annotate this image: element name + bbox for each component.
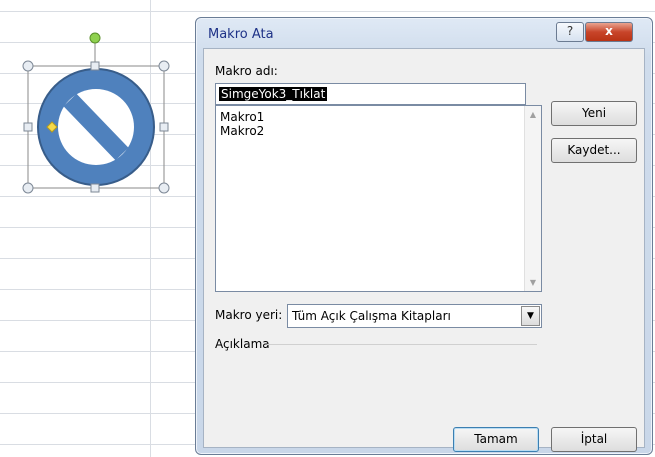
- macro-list-scrollbar[interactable]: ▲ ▼: [524, 106, 541, 291]
- chevron-down-icon[interactable]: ▼: [521, 306, 540, 326]
- list-item[interactable]: Makro1: [220, 110, 264, 124]
- cancel-button[interactable]: İptal: [551, 427, 637, 452]
- resize-handle-s[interactable]: [90, 183, 100, 193]
- macro-list[interactable]: Makro1 Makro2 ▲ ▼: [215, 105, 542, 292]
- resize-handle-se[interactable]: [158, 182, 170, 194]
- description-label: Açıklama: [215, 337, 270, 351]
- macro-location-select[interactable]: Tüm Açık Çalışma Kitapları ▼: [287, 304, 542, 328]
- dialog-titlebar[interactable]: Makro Ata ? x: [196, 18, 652, 48]
- resize-handle-nw[interactable]: [22, 60, 34, 72]
- dialog-body: Makro adı: SimgeYok3_Tıklat Makro1 Makro…: [203, 48, 645, 452]
- resize-handle-ne[interactable]: [158, 60, 170, 72]
- macro-location-value: Tüm Açık Çalışma Kitapları: [292, 309, 451, 323]
- resize-handle-sw[interactable]: [22, 182, 34, 194]
- description-divider: [267, 344, 537, 345]
- macro-name-value: SimgeYok3_Tıklat: [219, 87, 328, 101]
- assign-macro-dialog: Makro Ata ? x Makro adı: SimgeYok3_Tıkla…: [195, 17, 653, 455]
- ok-button[interactable]: Tamam: [453, 427, 539, 452]
- record-button[interactable]: Kaydet...: [551, 138, 637, 163]
- scroll-up-icon[interactable]: ▲: [525, 110, 541, 119]
- no-symbol-shape[interactable]: [20, 30, 180, 195]
- macro-location-label: Makro yeri:: [215, 308, 283, 322]
- macro-name-label: Makro adı:: [215, 64, 278, 78]
- resize-handle-e[interactable]: [159, 122, 169, 132]
- help-button[interactable]: ?: [556, 22, 584, 42]
- dialog-title: Makro Ata: [208, 27, 274, 42]
- grid-row-line: [0, 11, 655, 12]
- resize-handle-n[interactable]: [90, 61, 100, 71]
- close-button[interactable]: x: [585, 22, 633, 42]
- resize-handle-w[interactable]: [23, 122, 33, 132]
- rotation-handle[interactable]: [89, 32, 101, 44]
- list-item[interactable]: Makro2: [220, 124, 264, 138]
- macro-name-input[interactable]: SimgeYok3_Tıklat: [215, 83, 537, 137]
- scroll-down-icon[interactable]: ▼: [525, 278, 541, 287]
- new-button[interactable]: Yeni: [551, 101, 637, 126]
